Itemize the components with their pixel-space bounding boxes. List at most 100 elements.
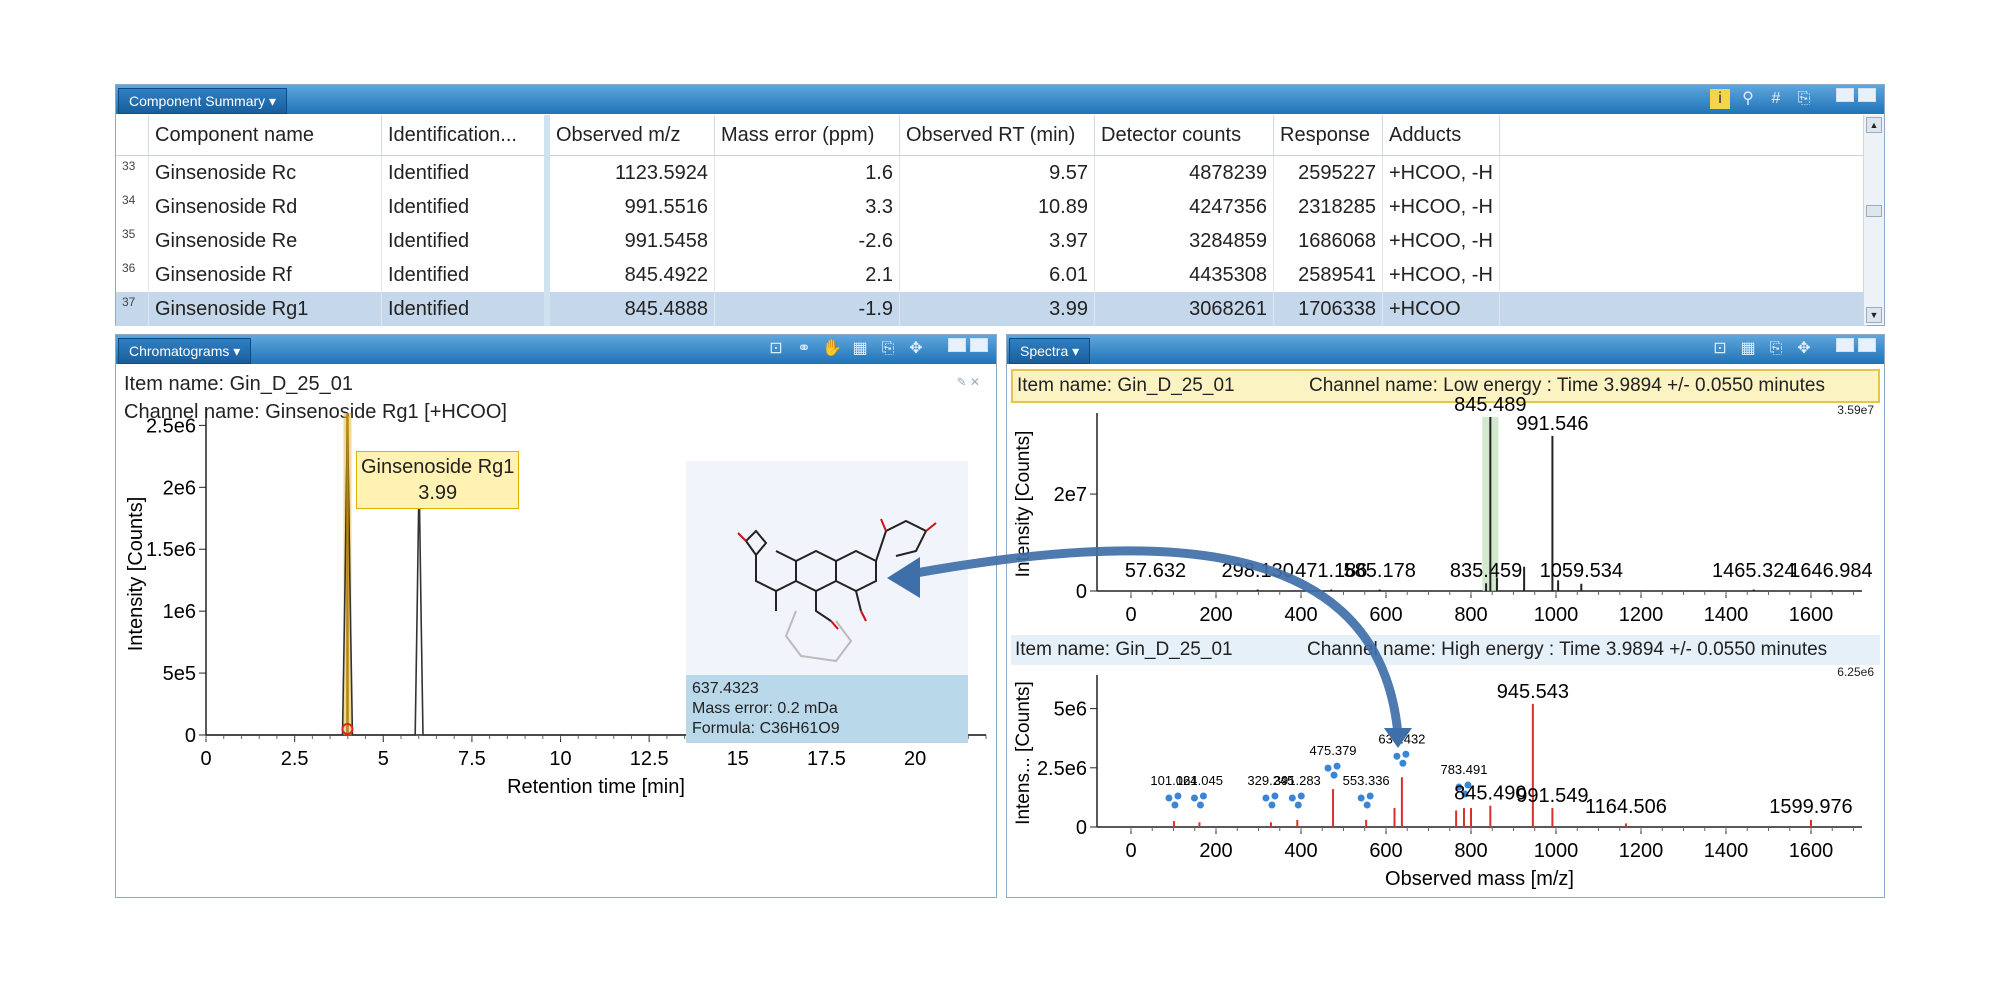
export-icon[interactable]: ⎘ [1794,89,1814,109]
scroll-down-button[interactable]: ▼ [1866,307,1882,323]
y-tick-label: 2e6 [163,477,196,499]
cell-component-name: Ginsenoside Re [148,224,382,258]
cell-observed-rt: 3.99 [899,292,1095,326]
chromatograms-panel: Chromatograms ▾ ⊡ ⚭ ✋ ▦ ⎘ ✥ Item name: G… [115,334,997,898]
fragment-icon [1324,764,1332,772]
info-icon[interactable]: i [1710,89,1730,109]
minimize-button[interactable] [1836,88,1854,102]
component-summary-panel: Component Summary ▾ i ⚲ # ⎘ Component na… [115,84,1885,326]
table-scrollbar[interactable]: ▲ ▼ [1863,115,1884,325]
filter-icon[interactable]: ⚲ [1738,89,1758,109]
column-header[interactable]: Component name [148,115,382,156]
column-header[interactable]: Adducts [1382,115,1500,156]
x-tick-label: 800 [1454,840,1487,862]
column-header[interactable]: Mass error (ppm) [714,115,900,156]
component-summary-titlebar: Component Summary ▾ i ⚲ # ⎘ [116,85,1884,114]
column-header[interactable]: Response [1273,115,1383,156]
x-axis-label: Observed mass [m/z] [1385,868,1574,890]
cell-observed-rt: 6.01 [899,258,1095,292]
fragment-icon [1357,794,1365,802]
x-tick-label: 200 [1199,604,1232,626]
x-tick-label: 600 [1369,840,1402,862]
row-number: 36 [116,258,149,292]
hash-icon[interactable]: # [1766,89,1786,109]
peak-label-rt: 3.99 [418,482,458,504]
cell-response: 1706338 [1273,292,1383,326]
peak-label-name: Ginsenoside Rg1 [361,456,515,478]
column-header[interactable]: Detector counts [1094,115,1274,156]
column-header[interactable]: Identification... [381,115,548,156]
peak-label: 161.045 [1176,773,1223,788]
x-tick-label: 0 [200,748,211,770]
row-number-header [116,115,149,156]
structure-panel: 637.4323 Mass error: 0.2 mDa Formula: C3… [686,461,968,743]
cell-mass-error: 1.6 [714,155,900,190]
component-summary-menu[interactable]: Component Summary ▾ [118,88,288,114]
cell-mass-error: -1.9 [714,292,900,326]
cell-adducts: +HCOO, -H [1382,224,1500,258]
cell-identification: Identified [381,224,548,258]
cell-observed-rt: 10.89 [899,190,1095,224]
x-tick-label: 7.5 [458,748,486,770]
cell-component-name: Ginsenoside Rf [148,258,382,292]
cell-identification: Identified [381,258,548,292]
x-tick-label: 2.5 [281,748,309,770]
x-tick-label: 1200 [1619,604,1664,626]
cell-observed-mz: 991.5516 [544,190,715,224]
cell-adducts: +HCOO [1382,292,1500,326]
component-table: Component name Identification... Observe… [116,115,1867,326]
y-tick-label: 0 [185,725,196,747]
x-tick-label: 0 [1125,840,1136,862]
table-row[interactable]: 36 Ginsenoside Rf Identified 845.4922 2.… [116,258,1867,292]
cell-response: 2589541 [1273,258,1383,292]
fragment-icon [1262,794,1270,802]
fragment-icon [1399,759,1407,767]
x-tick-label: 600 [1369,604,1402,626]
fragment-icon [1402,750,1410,758]
y-tick-label: 0 [1076,581,1087,603]
peak-label: 553.336 [1343,773,1390,788]
scroll-up-button[interactable]: ▲ [1866,117,1882,133]
x-tick-label: 1600 [1789,604,1834,626]
y-axis-label: Intensity [Counts] [125,497,147,652]
cell-observed-mz: 991.5458 [544,224,715,258]
fragment-mass: 637.4323 [692,680,759,697]
table-row[interactable]: 33 Ginsenoside Rc Identified 1123.5924 1… [116,155,1867,190]
peak-label: 783.491 [1440,762,1487,777]
y-tick-label: 2.5e6 [146,415,196,437]
peak-label: 1059.534 [1540,560,1623,582]
spectra-plots[interactable]: 0 200 400 600 800 1000 1200 1400 1600 0 2e7 Intensi… [1007,335,1884,897]
table-row-selected[interactable]: 37 Ginsenoside Rg1 Identified 845.4888 -… [116,292,1867,326]
peak-label: 391.283 [1274,773,1321,788]
cell-component-name: Ginsenoside Rd [148,190,382,224]
y-tick-label: 1.5e6 [146,539,196,561]
cell-mass-error: 3.3 [714,190,900,224]
peak-label: 835.459 [1450,560,1522,582]
peak-label: 637.432 [1378,731,1425,746]
cell-identification: Identified [381,155,548,190]
x-tick-label: 400 [1284,604,1317,626]
x-tick-label: 15 [727,748,749,770]
cell-detector-counts: 4435308 [1094,258,1274,292]
column-header[interactable]: Observed m/z [544,115,715,156]
y-tick-label: 2.5e6 [1037,758,1087,780]
structure-caption: 637.4323 Mass error: 0.2 mDa Formula: C3… [686,675,968,743]
cell-adducts: +HCOO, -H [1382,155,1500,190]
table-row[interactable]: 35 Ginsenoside Re Identified 991.5458 -2… [116,224,1867,258]
fragment-icon [1190,794,1198,802]
peak-label: 57.632 [1125,560,1186,582]
peak-label: 475.379 [1310,743,1357,758]
cell-observed-rt: 3.97 [899,224,1095,258]
y-tick-label: 0 [1076,817,1087,839]
y-tick-label: 5e6 [1054,699,1087,721]
column-header[interactable]: Observed RT (min) [899,115,1095,156]
row-number: 34 [116,190,149,224]
x-tick-label: 200 [1199,840,1232,862]
fragment-icon [1366,792,1374,800]
maximize-button[interactable] [1858,88,1876,102]
scroll-thumb[interactable] [1866,205,1882,217]
x-tick-label: 1600 [1789,840,1834,862]
x-tick-label: 10 [549,748,571,770]
table-row[interactable]: 34 Ginsenoside Rd Identified 991.5516 3.… [116,190,1867,224]
filler-header [1499,115,1867,156]
